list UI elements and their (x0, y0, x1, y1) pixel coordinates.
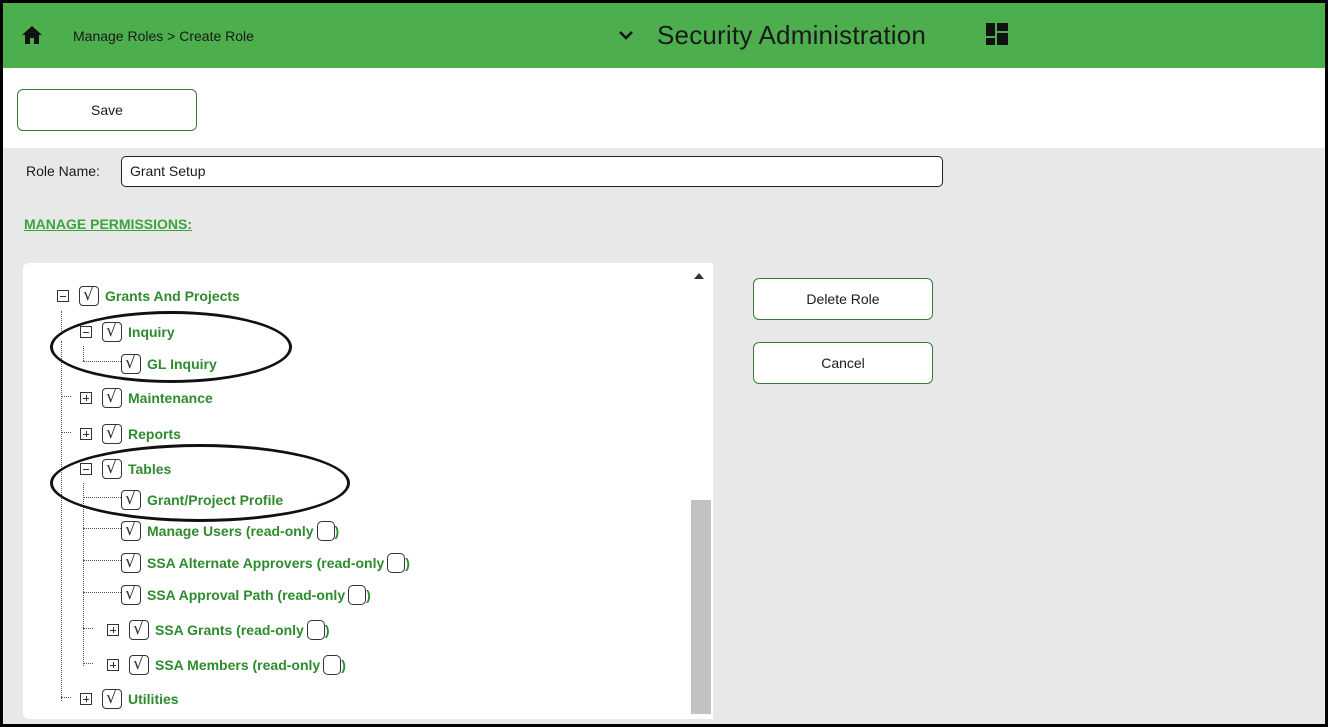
role-name-input[interactable]: Grant Setup (121, 156, 943, 187)
header-bar: Manage Roles > Create Role Security Admi… (3, 3, 1325, 68)
ssa-approval-path-checkbox[interactable] (121, 584, 141, 605)
manage-permissions-heading: MANAGE PERMISSIONS: (24, 216, 193, 232)
tree-node-label: SSA Members (read-only (155, 657, 321, 673)
tree-node-label: Utilities (128, 691, 179, 707)
grid-icon[interactable] (986, 23, 1008, 45)
reports-checkbox[interactable] (102, 423, 122, 444)
expand-toggle-icon[interactable] (80, 693, 92, 705)
tree-connector (83, 528, 121, 529)
tree-connector (83, 592, 121, 593)
ssa-grants-checkbox[interactable] (129, 619, 149, 640)
save-button[interactable]: Save (17, 89, 197, 131)
tree-connector (83, 483, 84, 666)
read-only-checkbox[interactable] (306, 620, 325, 640)
toolbar: Save (3, 68, 1325, 148)
close-paren: ) (405, 555, 410, 571)
read-only-checkbox[interactable] (348, 585, 367, 605)
app-window: Manage Roles > Create Role Security Admi… (3, 3, 1325, 724)
grants-and-projects-checkbox[interactable] (79, 285, 99, 306)
read-only-checkbox[interactable] (316, 521, 335, 541)
maintenance-checkbox[interactable] (102, 387, 122, 408)
role-name-label: Role Name: (26, 163, 100, 179)
close-paren: ) (324, 622, 330, 638)
home-icon[interactable] (21, 25, 43, 45)
tree-node-label: SSA Alternate Approvers (read-only (147, 555, 385, 571)
expand-toggle-icon[interactable] (107, 624, 119, 636)
utilities-checkbox[interactable] (102, 688, 122, 709)
read-only-checkbox[interactable] (387, 553, 406, 573)
tree-node-label: Manage Users (read-only (147, 523, 314, 539)
ssa-members-checkbox[interactable] (129, 654, 149, 675)
tree-connector (61, 432, 71, 433)
close-paren: ) (341, 657, 346, 673)
tree-node-label: Maintenance (128, 390, 213, 406)
close-paren: ) (334, 523, 340, 539)
delete-role-button[interactable]: Delete Role (753, 278, 933, 320)
tree-node-ssa-alternate-approvers[interactable]: SSA Alternate Approvers (read-only ) (121, 551, 410, 575)
collapse-toggle-icon[interactable] (57, 290, 69, 302)
annotation-ellipse-inquiry (50, 311, 292, 383)
tree-node-label: Reports (128, 426, 181, 442)
tree-node-label: Grants And Projects (105, 288, 240, 304)
tree-node-ssa-members[interactable]: SSA Members (read-only ) (107, 653, 346, 677)
tree-connector (61, 341, 62, 701)
tree-node-ssa-grants[interactable]: SSA Grants (read-only ) (107, 618, 330, 642)
expand-toggle-icon[interactable] (107, 659, 119, 671)
expand-toggle-icon[interactable] (80, 392, 92, 404)
tree-connector (83, 628, 93, 629)
scroll-thumb[interactable] (691, 500, 711, 714)
tree-connector (61, 396, 71, 397)
close-paren: ) (366, 587, 371, 603)
breadcrumb[interactable]: Manage Roles > Create Role (73, 28, 254, 44)
tree-node-ssa-approval-path[interactable]: SSA Approval Path (read-only ) (121, 583, 371, 607)
tree-connector (61, 697, 71, 698)
expand-toggle-icon[interactable] (80, 428, 92, 440)
tree-node-manage-users[interactable]: Manage Users (read-only ) (121, 519, 339, 543)
manage-users-checkbox[interactable] (121, 520, 141, 541)
tree-connector (83, 560, 121, 561)
annotation-ellipse-tables (50, 444, 350, 522)
tree-node-grants-and-projects[interactable]: Grants And Projects (57, 284, 240, 308)
chevron-down-icon[interactable] (617, 27, 635, 43)
tree-node-label: SSA Grants (read-only (155, 622, 304, 638)
ssa-alternate-approvers-checkbox[interactable] (121, 552, 141, 573)
tree-node-reports[interactable]: Reports (80, 422, 181, 446)
tree-node-maintenance[interactable]: Maintenance (80, 386, 213, 410)
app-title: Security Administration (657, 20, 927, 50)
read-only-checkbox[interactable] (323, 655, 342, 675)
cancel-button[interactable]: Cancel (753, 342, 933, 384)
tree-node-label: SSA Approval Path (read-only (147, 587, 346, 603)
scroll-up-arrow-icon[interactable] (694, 273, 704, 279)
tree-node-utilities[interactable]: Utilities (80, 687, 179, 711)
tree-connector (83, 663, 93, 664)
